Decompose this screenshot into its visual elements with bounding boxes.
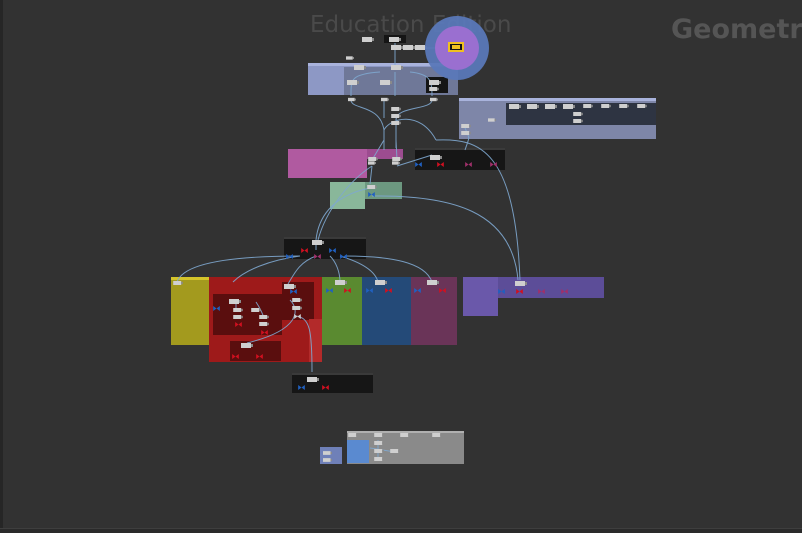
node-v-1[interactable] — [391, 107, 401, 111]
network-box-navy[interactable] — [362, 277, 411, 345]
node-small-1[interactable] — [346, 56, 354, 60]
node-chain-1[interactable] — [391, 45, 403, 50]
network-box-purple[interactable] — [463, 277, 498, 316]
node-v-2[interactable] — [391, 114, 401, 118]
node-mg-3[interactable] — [368, 161, 376, 165]
network-box-plum[interactable] — [411, 277, 457, 345]
node-network-canvas[interactable] — [0, 0, 802, 533]
node-tb-8[interactable] — [381, 97, 389, 102]
display-flag-node[interactable] — [446, 40, 470, 54]
node-tb-7[interactable] — [348, 97, 356, 102]
network-box-yellow[interactable] — [171, 277, 209, 345]
node-mg-4[interactable] — [392, 161, 400, 165]
network-boxes — [171, 63, 656, 464]
dark-node-strip-3[interactable] — [292, 373, 373, 393]
network-editor-bottom-edge — [0, 528, 802, 533]
node-chain-2[interactable] — [403, 45, 415, 50]
network-box-magenta[interactable] — [288, 149, 367, 178]
node-tb-9[interactable] — [430, 97, 438, 102]
node-top-1[interactable] — [362, 37, 374, 42]
network-box-olive-green[interactable] — [322, 277, 362, 345]
node-v-3[interactable] — [391, 121, 401, 125]
